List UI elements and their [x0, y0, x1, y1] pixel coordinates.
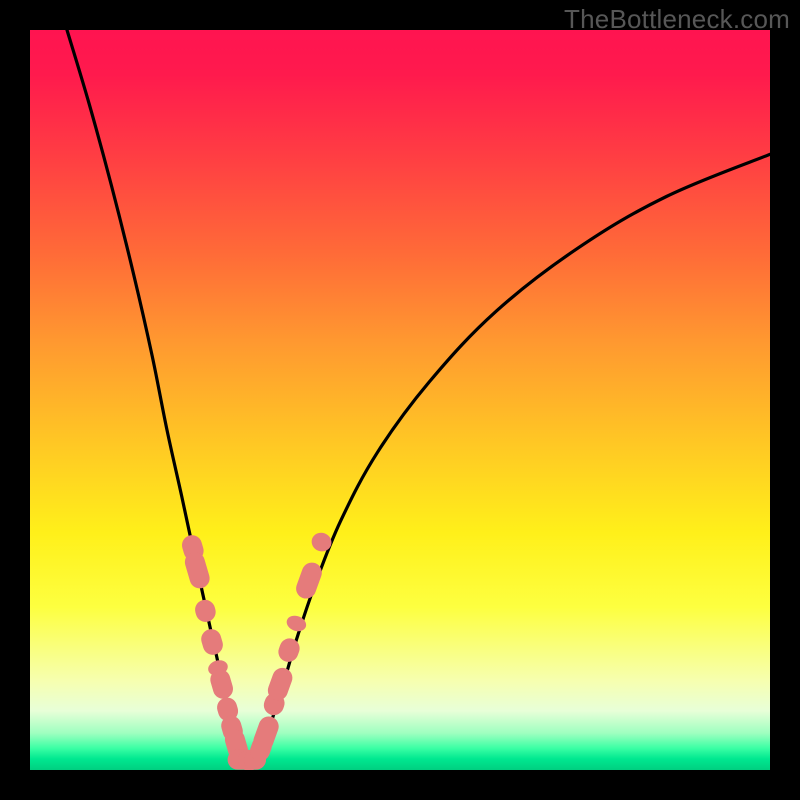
plot-area [30, 30, 770, 770]
curve-layer [67, 30, 770, 761]
marker-layer [180, 530, 335, 770]
data-marker [276, 636, 303, 665]
data-marker [199, 627, 225, 657]
data-marker [293, 560, 324, 602]
chart-overlay [30, 30, 770, 770]
data-marker [309, 530, 334, 554]
bottleneck-curve [67, 30, 770, 761]
data-marker [193, 597, 218, 624]
chart-stage: TheBottleneck.com [0, 0, 800, 800]
